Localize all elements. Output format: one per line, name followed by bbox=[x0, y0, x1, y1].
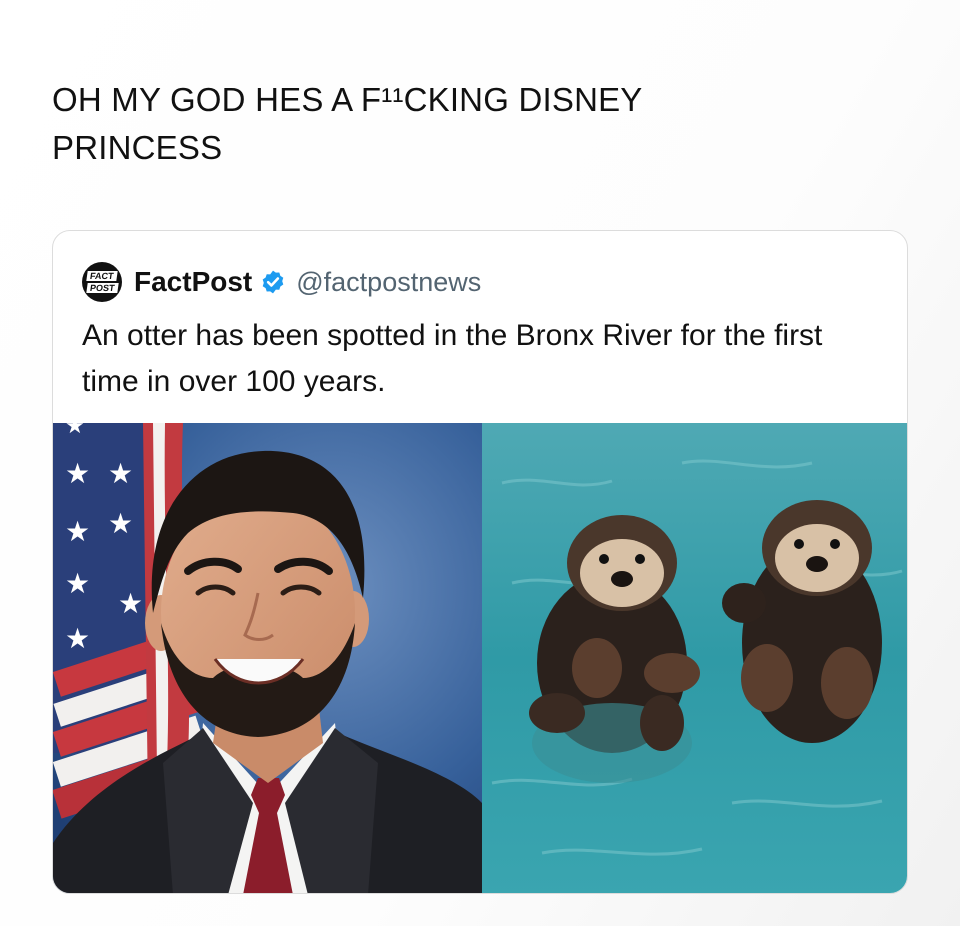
svg-text:★: ★ bbox=[65, 622, 90, 655]
post-text-line-1: OH MY GOD HES A F¹¹CKING DISNEY bbox=[52, 81, 643, 118]
svg-text:★: ★ bbox=[108, 507, 133, 540]
avatar-logo-line-2: POST bbox=[86, 283, 118, 293]
post-text-line-2: PRINCESS bbox=[52, 129, 223, 166]
svg-text:★: ★ bbox=[65, 567, 90, 600]
portrait-illustration: ★ ★ ★ ★ ★ ★ ★ ★ bbox=[53, 423, 482, 893]
quoted-post-card[interactable]: FACT POST FactPost @factpostnews An otte… bbox=[52, 230, 908, 894]
post-text: OH MY GOD HES A F¹¹CKING DISNEY PRINCESS bbox=[52, 76, 812, 172]
quoted-post-media[interactable]: ★ ★ ★ ★ ★ ★ ★ ★ bbox=[53, 423, 907, 893]
otters-photo[interactable] bbox=[482, 423, 907, 893]
factpost-avatar[interactable]: FACT POST bbox=[82, 262, 122, 302]
svg-text:★: ★ bbox=[108, 457, 133, 490]
portrait-photo[interactable]: ★ ★ ★ ★ ★ ★ ★ ★ bbox=[53, 423, 482, 893]
svg-text:★: ★ bbox=[65, 423, 85, 439]
otters-illustration bbox=[482, 423, 907, 893]
svg-text:★: ★ bbox=[65, 457, 90, 490]
quoted-post-text: An otter has been spotted in the Bronx R… bbox=[82, 319, 823, 398]
svg-text:★: ★ bbox=[118, 587, 143, 620]
account-handle[interactable]: @factpostnews bbox=[296, 267, 481, 298]
account-name[interactable]: FactPost bbox=[134, 266, 252, 298]
verified-badge-icon bbox=[262, 270, 284, 294]
avatar-logo-line-1: FACT bbox=[86, 271, 118, 281]
quoted-post-header: FACT POST FactPost @factpostnews bbox=[82, 261, 481, 303]
svg-text:★: ★ bbox=[65, 515, 90, 548]
